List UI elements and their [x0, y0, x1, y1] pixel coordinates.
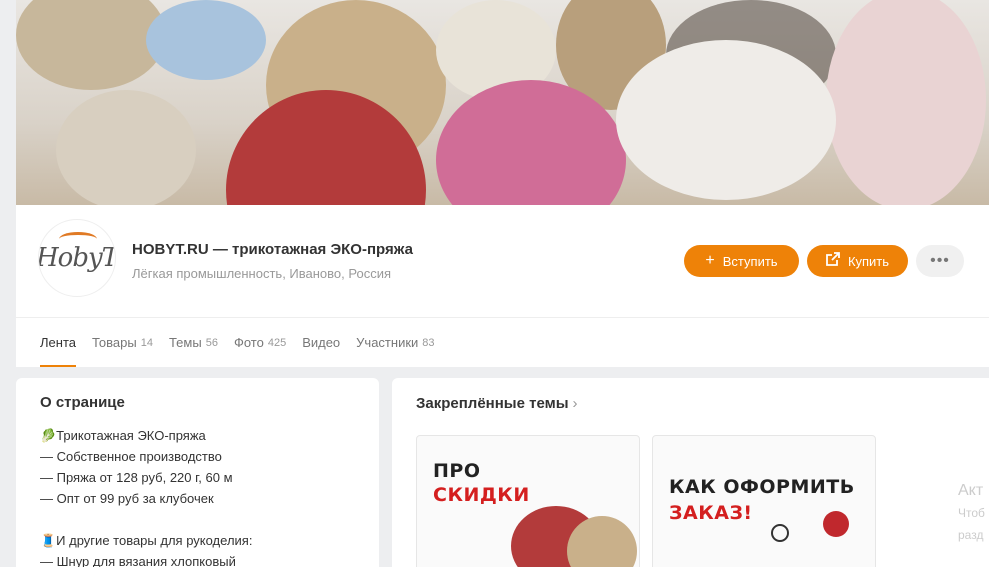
buy-label: Купить [847, 253, 890, 269]
about-line: 🥬Трикотажная ЭКО-пряжа [40, 428, 206, 443]
external-link-icon [826, 252, 840, 270]
group-subtitle: Лёгкая промышленность, Иваново, Россия [132, 266, 392, 281]
pinned-card-how-to-order[interactable]: КАК ОФОРМИТЬ ЗАКАЗ! [652, 435, 876, 567]
about-line: 🧵И другие товары для рукоделия: [40, 533, 253, 548]
logo-arc-icon [59, 232, 97, 246]
more-button[interactable]: ••• [916, 245, 964, 277]
more-icon: ••• [930, 252, 950, 269]
join-label: Вступить [722, 253, 778, 269]
tab-members[interactable]: Участники 83 [356, 318, 434, 367]
about-title: О странице [40, 394, 125, 411]
tab-label: Темы [168, 335, 202, 350]
pinned-title-label: Закреплённые темы [416, 395, 569, 412]
side-widget-preview: Акт Чтоб разд [958, 480, 985, 546]
logo-text: HobyT [38, 243, 116, 273]
tab-photos[interactable]: Фото 425 [234, 318, 286, 367]
tab-count: 83 [422, 336, 435, 349]
about-line: — Шнур для вязания хлопковый [40, 554, 236, 567]
tab-count: 14 [140, 336, 153, 349]
group-logo[interactable]: HobyT [38, 219, 116, 297]
pinned-card-discounts[interactable]: ПРО СКИДКИ [416, 435, 640, 567]
plus-icon: + [705, 252, 715, 269]
tab-video[interactable]: Видео [302, 318, 340, 367]
tab-label: Участники [356, 335, 419, 350]
tab-count: 56 [205, 336, 218, 349]
cover-image [16, 0, 989, 205]
side-widget-text: Чтоб [958, 506, 985, 520]
tab-feed[interactable]: Лента [40, 318, 76, 367]
pinned-topics-panel: Закреплённые темы › ПРО СКИДКИ КАК ОФОРМИ… [392, 378, 989, 567]
tab-topics[interactable]: Темы 56 [169, 318, 218, 367]
balloon-icon [823, 511, 849, 537]
about-panel: О странице 🥬Трикотажная ЭКО-пряжа — Собс… [16, 378, 379, 567]
chevron-right-icon: › [572, 395, 578, 412]
side-widget-title: Акт [958, 482, 984, 499]
tab-label: Лента [40, 335, 76, 350]
join-button[interactable]: + Вступить [684, 245, 799, 277]
card-line2: СКИДКИ [433, 484, 530, 506]
about-line: — Пряжа от 128 руб, 220 г, 60 м [40, 470, 233, 485]
about-spacer [40, 509, 355, 530]
tab-count: 425 [267, 336, 287, 349]
buy-button[interactable]: Купить [807, 245, 908, 277]
tab-label: Видео [302, 335, 341, 350]
card-line1: КАК ОФОРМИТЬ [669, 476, 855, 498]
tab-products[interactable]: Товары 14 [92, 318, 153, 367]
group-title[interactable]: HOBYT.RU — трикотажная ЭКО-пряжа [132, 241, 413, 258]
group-header: HobyT HOBYT.RU — трикотажная ЭКО-пряжа Л… [16, 205, 989, 367]
group-tabs: Лента Товары 14 Темы 56 Фото 425 Видео Учас… [40, 318, 435, 367]
card-line2: ЗАКАЗ! [669, 502, 753, 524]
about-line: — Собственное производство [40, 449, 222, 464]
about-line: — Опт от 99 руб за клубочек [40, 491, 214, 506]
tab-label: Фото [233, 335, 264, 350]
side-widget-text: разд [958, 528, 984, 542]
card-line1: ПРО [433, 460, 481, 482]
yarn-ball-icon [771, 524, 789, 542]
pinned-title[interactable]: Закреплённые темы › [416, 395, 578, 412]
tab-label: Товары [91, 335, 137, 350]
